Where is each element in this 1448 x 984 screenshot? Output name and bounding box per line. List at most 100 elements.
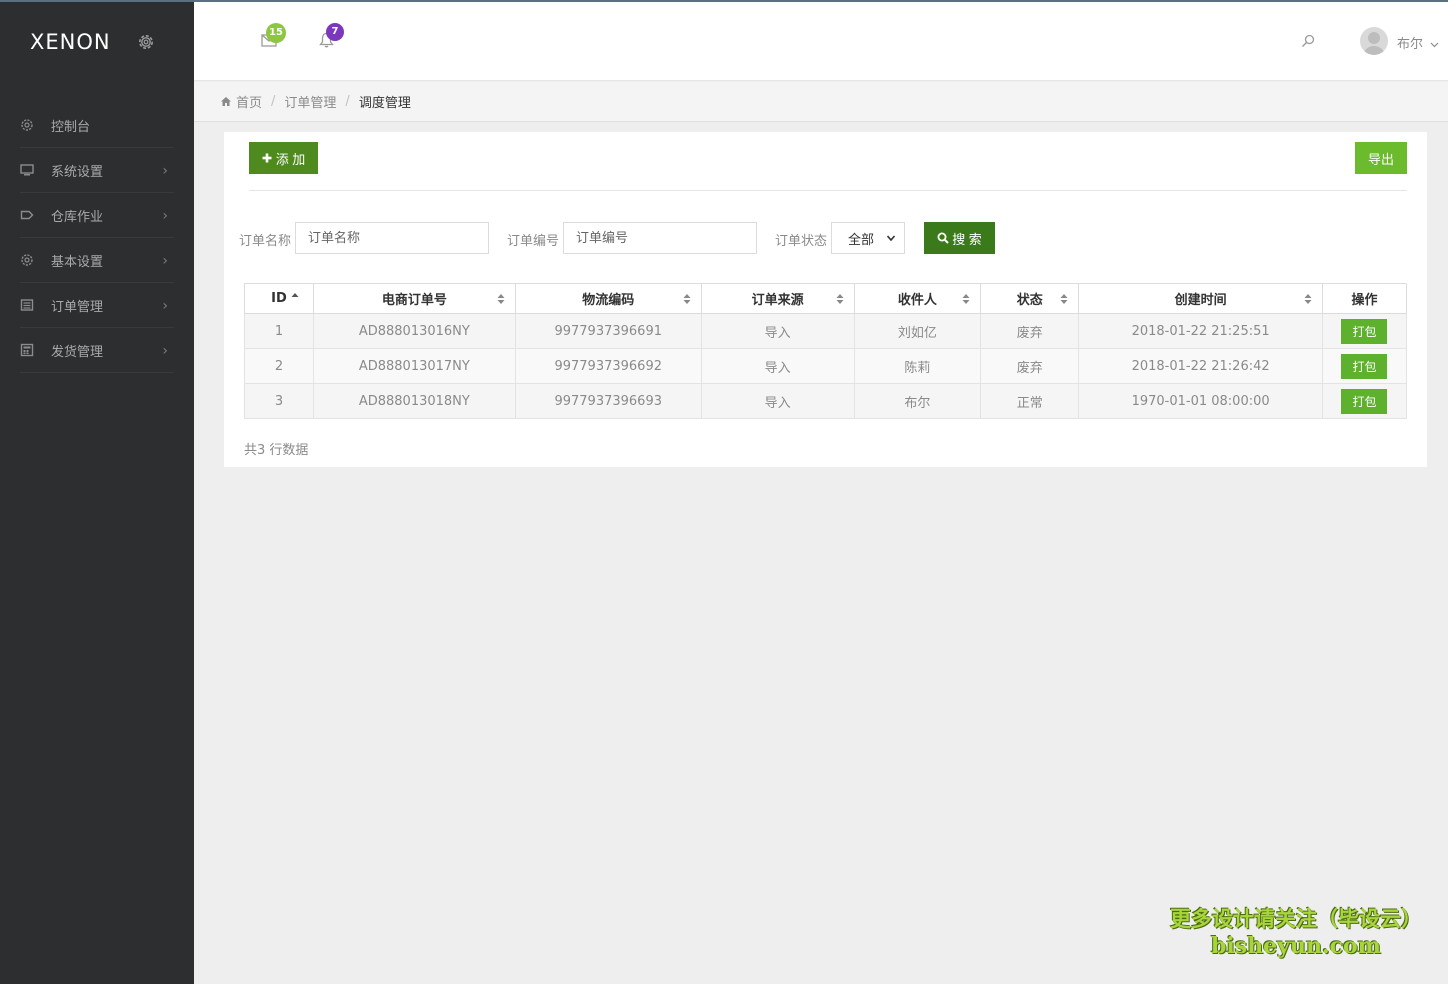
table-row: 2 AD888013017NY 9977937396692 导入 陈莉 废弃 2…: [244, 348, 1408, 384]
column-header-id[interactable]: ID: [244, 283, 314, 314]
avatar[interactable]: [1360, 27, 1388, 55]
sidebar-item-label: 基本设置: [51, 254, 104, 270]
cell-created-time: 2018-01-22 21:25:51: [1078, 313, 1323, 349]
cell-actions: 打包: [1321, 383, 1408, 419]
watermark: 更多设计请关注（毕设云） bisheyun.com: [1166, 906, 1426, 960]
logo[interactable]: XENON: [30, 30, 111, 54]
sidebar-item-label: 发货管理: [51, 344, 104, 360]
toolbar-divider: [249, 190, 1407, 191]
sidebar-item-label: 控制台: [51, 119, 91, 135]
add-button-label: 添 加: [275, 151, 306, 167]
user-name: 布尔: [1397, 37, 1424, 52]
top-header: 15 7 布尔: [194, 2, 1448, 81]
home-icon: [221, 97, 231, 106]
table-row: 1 AD888013016NY 9977937396691 导入 刘如亿 废弃 …: [244, 313, 1408, 349]
chevron-down-icon: [886, 235, 896, 242]
sidebar-item-basic-settings[interactable]: 基本设置 ›: [20, 238, 174, 283]
cell-actions: 打包: [1321, 348, 1408, 384]
calculator-icon: [20, 343, 34, 357]
breadcrumb-order-management[interactable]: 订单管理: [284, 92, 336, 111]
sort-icon: [836, 294, 843, 304]
pack-button[interactable]: 打包: [1341, 353, 1388, 379]
column-header-created-time[interactable]: 创建时间: [1078, 283, 1323, 314]
chevron-right-icon: ›: [162, 298, 168, 314]
cell-created-time: 2018-01-22 21:26:42: [1078, 348, 1323, 384]
cell-ecommerce-order-no: AD888013018NY: [312, 383, 516, 419]
order-status-label: 订单状态: [775, 234, 828, 249]
sidebar-item-warehouse[interactable]: 仓库作业 ›: [20, 193, 174, 238]
pack-button[interactable]: 打包: [1341, 388, 1388, 414]
export-button[interactable]: 导出: [1355, 142, 1407, 174]
add-button[interactable]: 添 加: [249, 142, 318, 174]
cell-ecommerce-order-no: AD888013017NY: [312, 348, 516, 384]
chevron-right-icon: ›: [162, 253, 168, 269]
export-button-label: 导出: [1367, 151, 1394, 167]
order-name-input[interactable]: [295, 222, 489, 254]
watermark-line1: 更多设计请关注（毕设云）: [1170, 907, 1422, 931]
column-header-order-source[interactable]: 订单来源: [700, 283, 855, 314]
messages-badge: 15: [266, 23, 286, 43]
breadcrumb-separator: /: [271, 94, 276, 109]
sidebar: XENON 控制台 系统设置 › 仓库作业 › 基本设置 › 订单管理 › 发货…: [0, 2, 194, 984]
orders-table: ID 电商订单号 物流编码 订单来源 收件人 状态 创建时间 操作 1 AD88…: [244, 283, 1408, 419]
column-header-status[interactable]: 状态: [980, 283, 1080, 314]
cell-recipient: 布尔: [853, 383, 982, 419]
chevron-down-icon: [1430, 42, 1439, 47]
breadcrumb: 首页 / 订单管理 / 调度管理: [194, 82, 1448, 122]
chevron-right-icon: ›: [162, 163, 168, 179]
user-silhouette-icon: [1364, 32, 1384, 55]
search-icon[interactable]: [1301, 34, 1315, 48]
user-menu[interactable]: 布尔: [1397, 33, 1439, 52]
column-header-ecommerce-order-no[interactable]: 电商订单号: [312, 283, 516, 314]
sort-asc-icon: [291, 293, 299, 297]
sidebar-item-system-settings[interactable]: 系统设置 ›: [20, 148, 174, 193]
pack-button[interactable]: 打包: [1341, 318, 1388, 344]
settings-gear-icon[interactable]: [136, 32, 156, 52]
column-header-logistics-code[interactable]: 物流编码: [514, 283, 702, 314]
sidebar-item-label: 仓库作业: [51, 209, 104, 225]
cell-order-source: 导入: [700, 348, 855, 384]
breadcrumb-current: 调度管理: [358, 96, 411, 111]
order-status-select[interactable]: 全部: [831, 222, 905, 254]
breadcrumb-home[interactable]: 首页: [236, 92, 262, 111]
search-button-label: 搜 索: [952, 231, 982, 247]
cell-order-source: 导入: [700, 313, 855, 349]
sidebar-item-label: 系统设置: [51, 164, 104, 180]
cell-logistics-code: 9977937396693: [514, 383, 702, 419]
sidebar-item-dashboard[interactable]: 控制台: [20, 103, 174, 148]
chevron-right-icon: ›: [162, 343, 168, 359]
search-button[interactable]: 搜 索: [924, 222, 995, 254]
cell-logistics-code: 9977937396692: [514, 348, 702, 384]
cell-status: 废弃: [980, 313, 1080, 349]
breadcrumb-separator: /: [345, 94, 350, 109]
sidebar-menu: 控制台 系统设置 › 仓库作业 › 基本设置 › 订单管理 › 发货管理 ›: [0, 103, 194, 373]
sidebar-item-order-management[interactable]: 订单管理 ›: [20, 283, 174, 328]
cell-recipient: 陈莉: [853, 348, 982, 384]
cell-recipient: 刘如亿: [853, 313, 982, 349]
sidebar-item-label: 订单管理: [51, 299, 104, 315]
cell-id: 2: [244, 348, 314, 384]
sidebar-item-shipping[interactable]: 发货管理 ›: [20, 328, 174, 373]
cell-id: 3: [244, 383, 314, 419]
watermark-line2: bisheyun.com: [1211, 933, 1381, 959]
order-no-label: 订单编号: [507, 234, 560, 249]
sort-icon: [497, 294, 505, 304]
row-count-text: 共3 行数据: [244, 443, 309, 458]
order-no-input[interactable]: [563, 222, 757, 254]
plus-icon: [262, 153, 272, 163]
sort-icon: [1304, 294, 1312, 304]
column-header-recipient[interactable]: 收件人: [853, 283, 982, 314]
gear-icon: [21, 119, 33, 131]
sort-icon: [683, 294, 691, 304]
search-icon: [937, 232, 949, 244]
list-icon: [20, 299, 34, 311]
gear-icon: [21, 254, 33, 266]
order-name-label: 订单名称: [239, 234, 292, 249]
notifications-badge: 7: [326, 23, 344, 41]
cell-ecommerce-order-no: AD888013016NY: [312, 313, 516, 349]
monitor-icon: [20, 164, 34, 176]
logo-row: XENON: [0, 2, 194, 82]
sort-icon: [1060, 294, 1068, 304]
order-status-value: 全部: [848, 232, 875, 248]
cell-logistics-code: 9977937396691: [514, 313, 702, 349]
